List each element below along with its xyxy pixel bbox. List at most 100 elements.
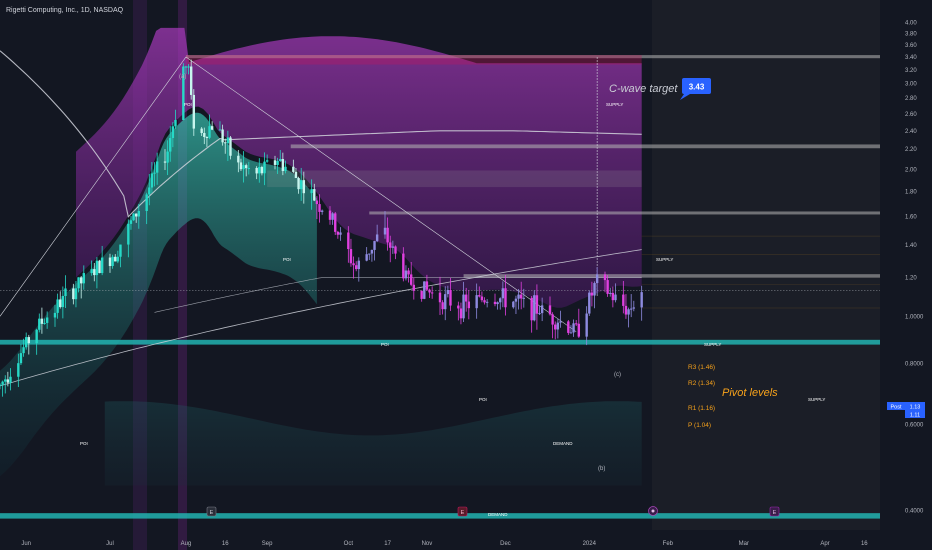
candle-body-57 [205,137,209,139]
candle-body-137 [499,298,502,303]
candle-body-75 [273,160,277,165]
candle-body-117 [425,281,429,290]
candle-body-20 [72,288,75,300]
candle-body-89 [320,210,324,212]
pivot-p-label: P (1.04) [688,422,711,429]
wave-b-label: (b) [598,466,605,472]
candle-body-3 [6,379,10,383]
candle-body-121 [441,302,444,310]
chart-root[interactable]: 4.00 3.80 3.60 3.40 3.20 3.00 2.80 2.60 2.40 2.20… [0,0,932,550]
candle-body-98 [354,265,358,270]
candle-body-159 [577,323,581,337]
y-tick-label: 3.20 [905,68,917,74]
demand-zone-label-1: DEMAND [553,441,573,446]
earnings-marker-1[interactable]: E [206,506,217,517]
y-tick-label: 3.60 [905,43,917,49]
candle-body-150 [548,305,552,315]
candle-body-87 [315,200,319,205]
x-tick-label: 17 [384,541,391,547]
candle-body-141 [514,298,518,302]
candle-body-95 [347,232,350,250]
candle-body-12 [40,318,44,324]
x-tick-label: Jul [106,541,114,547]
poi-tag-4: POI [479,397,487,402]
candle-body-52 [187,66,190,68]
candle-body-99 [357,260,361,270]
y-tick-label: 0.8000 [905,362,924,368]
wave-a-label: (a) [179,74,186,80]
candle-body-31 [111,256,114,267]
pivot-r3-label: R3 (1.46) [688,364,715,371]
candle-body-126 [459,308,463,319]
candle-body-143 [519,294,523,299]
candle-body-173 [629,308,633,310]
candle-body-81 [294,171,298,179]
earnings-marker-2[interactable]: E [457,506,468,517]
candle-body-43 [153,172,156,174]
candle-body-18 [61,295,65,308]
candle-body-96 [349,249,353,264]
candle-body-55 [200,128,203,134]
y-tick-label: 1.80 [905,190,917,196]
dividend-marker[interactable] [648,506,658,516]
c-wave-target-label: C-wave target [609,83,678,95]
candle-body-110 [402,253,405,279]
candle-body-44 [155,161,159,173]
candle-body-156 [569,332,573,334]
candle-body-2 [4,379,7,382]
candle-body-49 [174,119,177,127]
candle-body-120 [438,292,442,303]
zone-supply-1 [290,144,880,149]
candle-body-91 [331,213,334,220]
candle-body-47 [169,138,172,152]
candle-body-82 [297,178,300,190]
candle-body-35 [127,223,130,245]
candle-body-68 [244,165,248,169]
candle-body-48 [171,126,175,139]
candle-body-78 [281,159,285,171]
candle-body-26 [93,269,96,276]
supply-zone-tint [185,55,642,65]
candle-body-107 [389,242,392,248]
candle-body-62 [224,142,227,144]
x-tick-label: 2024 [583,541,597,547]
candle-body-83 [299,180,303,190]
x-tick-label: Jun [21,541,31,547]
x-tick-label: 16 [861,541,868,547]
y-tick-label: 3.40 [905,55,917,61]
candle-body-58 [208,126,211,138]
candle-body-51 [184,66,188,68]
candle-body-16 [56,299,59,313]
supply-zone-label-1: SUPPLY [606,102,623,107]
candle-body-15 [53,312,57,318]
y-tick-label: 2.00 [905,167,917,173]
candle-body-112 [407,270,410,275]
candle-body-169 [614,294,617,301]
supply-zone-label-2: SUPPLY [656,257,673,262]
candle-body-149 [540,305,544,314]
candle-body-163 [593,283,596,296]
earnings-marker-2-label: E [461,510,465,516]
candle-body-23 [79,277,83,284]
y-tick-label: 1.20 [905,276,917,282]
candle-body-162 [590,292,594,296]
candle-body-33 [116,256,120,262]
candle-body-36 [129,220,133,224]
candle-body-37 [132,213,135,221]
candle-body-41 [148,187,151,195]
candle-body-6 [19,353,23,364]
candle-body-79 [284,166,287,171]
candlestick-chart[interactable]: 4.00 3.80 3.60 3.40 3.20 3.00 2.80 2.60 2.40 2.20… [0,0,932,550]
candle-body-9 [27,337,31,344]
candle-body-130 [475,295,478,309]
candle-body-76 [276,160,279,165]
candle-body-139 [504,288,507,308]
candle-body-153 [556,322,560,330]
candle-body-142 [517,294,520,299]
candle-body-174 [632,307,636,309]
mid-zone [267,170,642,188]
candle-body-88 [318,204,321,212]
candle-body-38 [134,213,138,217]
candle-body-40 [145,194,148,212]
earnings-marker-3[interactable]: E [769,506,780,517]
